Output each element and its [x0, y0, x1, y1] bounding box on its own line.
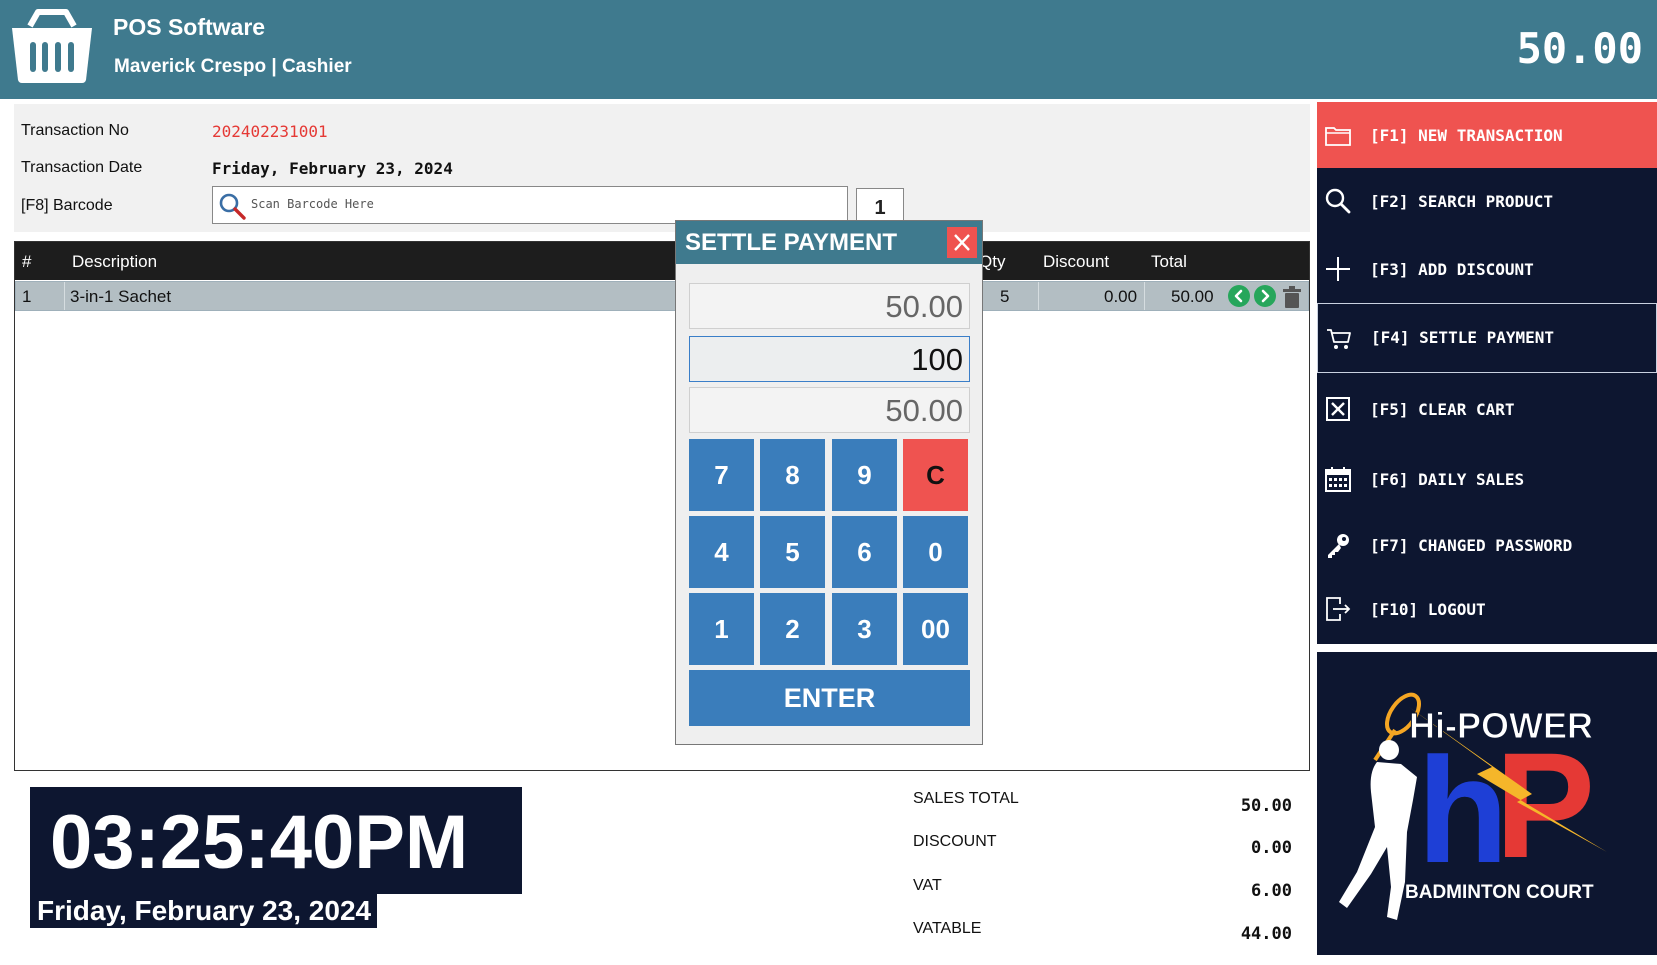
cash-tendered-input[interactable]: 100 — [689, 336, 970, 382]
row-description: 3-in-1 Sachet — [70, 287, 172, 306]
cashier-info: Maverick Crespo | Cashier — [114, 56, 352, 77]
decrease-qty-icon[interactable] — [1228, 285, 1250, 307]
menu-changed-password[interactable]: [F7] CHANGED PASSWORD — [1317, 512, 1657, 578]
header-total-display: 50.00 — [1516, 24, 1643, 73]
menu-settle-payment[interactable]: [F4] SETTLE PAYMENT — [1317, 303, 1657, 373]
amount-due-field: 50.00 — [689, 283, 970, 329]
close-button[interactable] — [947, 227, 977, 258]
quantity-field[interactable]: 1 — [856, 188, 904, 224]
logo-tagline: BADMINTON COURT — [1405, 882, 1594, 903]
trash-icon[interactable] — [1283, 286, 1301, 308]
function-menu: [F1] NEW TRANSACTION [F2] SEARCH PRODUCT… — [1317, 102, 1657, 644]
sales-total-value: 50.00 — [1240, 796, 1292, 816]
keypad-0[interactable]: 0 — [903, 516, 968, 588]
column-discount: Discount — [1043, 252, 1110, 271]
app-header: POS Software Maverick Crespo | Cashier 5… — [0, 0, 1657, 99]
menu-daily-sales[interactable]: [F6] DAILY SALES — [1317, 446, 1657, 512]
dialog-title: SETTLE PAYMENT — [685, 229, 898, 256]
barcode-field[interactable] — [212, 186, 848, 224]
folder-icon — [1325, 127, 1351, 146]
brand-logo-panel: h P Hi-POWER BADMINTON COURT — [1317, 652, 1657, 955]
transaction-no-value: 202402231001 — [212, 122, 328, 141]
transaction-no-label: Transaction No — [21, 122, 129, 139]
cart-table-header: # Description Qty Discount Total — [15, 242, 1309, 280]
vat-value: 6.00 — [1251, 881, 1292, 901]
cart-icon — [1327, 329, 1351, 349]
keypad-3[interactable]: 3 — [832, 593, 897, 665]
keypad-clear[interactable]: C — [903, 439, 968, 511]
keypad-5[interactable]: 5 — [760, 516, 825, 588]
badminton-logo-icon: h P Hi-POWER BADMINTON COURT — [1339, 692, 1607, 920]
column-total: Total — [1151, 252, 1187, 271]
sales-total-label: SALES TOTAL — [913, 790, 1019, 807]
increase-qty-icon[interactable] — [1254, 285, 1276, 307]
transaction-info-panel: Transaction No 202402231001 Transaction … — [14, 104, 1310, 232]
dialog-header: SETTLE PAYMENT — [676, 221, 982, 264]
vatable-value: 44.00 — [1240, 924, 1292, 944]
transaction-date-label: Transaction Date — [21, 159, 143, 176]
change-field: 50.00 — [689, 387, 970, 433]
row-number: 1 — [22, 287, 32, 306]
table-row[interactable]: 1 3-in-1 Sachet 5 0.00 50.00 — [15, 281, 1309, 311]
transaction-date-value: Friday, February 23, 2024 — [212, 159, 453, 178]
key-icon — [1328, 534, 1349, 558]
enter-button[interactable]: ENTER — [689, 670, 970, 726]
keypad-1[interactable]: 1 — [689, 593, 754, 665]
close-icon — [954, 234, 970, 251]
app-title: POS Software — [113, 14, 266, 40]
keypad-8[interactable]: 8 — [760, 439, 825, 511]
barcode-input[interactable] — [251, 193, 841, 215]
basket-icon — [12, 9, 92, 83]
menu-add-discount[interactable]: [F3] ADD DISCOUNT — [1317, 236, 1657, 302]
row-qty: 5 — [1000, 287, 1010, 306]
menu-clear-cart[interactable]: [F5] CLEAR CART — [1317, 376, 1657, 442]
row-discount: 0.00 — [1104, 287, 1138, 306]
keypad-6[interactable]: 6 — [832, 516, 897, 588]
barcode-label: [F8] Barcode — [21, 197, 113, 214]
clear-box-icon — [1326, 397, 1350, 421]
cart-table: # Description Qty Discount Total 1 3-in-… — [14, 241, 1310, 771]
menu-new-transaction[interactable]: [F1] NEW TRANSACTION — [1317, 102, 1657, 168]
calendar-icon — [1325, 467, 1351, 492]
keypad-2[interactable]: 2 — [760, 593, 825, 665]
logout-icon — [1326, 597, 1351, 621]
keypad-7[interactable]: 7 — [689, 439, 754, 511]
keypad-00[interactable]: 00 — [903, 593, 968, 665]
vatable-label: VATABLE — [913, 920, 982, 937]
row-total: 50.00 — [1171, 287, 1214, 306]
plus-icon — [1326, 257, 1350, 281]
clock-date: Friday, February 23, 2024 — [30, 893, 377, 928]
search-icon — [1325, 188, 1351, 214]
settle-payment-dialog: SETTLE PAYMENT 50.00 100 50.00 7 8 9 C 4… — [675, 220, 983, 745]
column-number: # — [22, 252, 32, 271]
vat-label: VAT — [913, 877, 942, 894]
logo-brand: Hi-POWER — [1409, 705, 1593, 746]
column-description: Description — [72, 252, 158, 271]
menu-logout[interactable]: [F10] LOGOUT — [1317, 576, 1657, 642]
discount-value: 0.00 — [1251, 838, 1292, 858]
discount-label: DISCOUNT — [913, 833, 997, 850]
clock-time: 03:25:40PM — [30, 787, 522, 894]
menu-search-product[interactable]: [F2] SEARCH PRODUCT — [1317, 168, 1657, 234]
keypad-4[interactable]: 4 — [689, 516, 754, 588]
svg-text:P: P — [1495, 721, 1595, 889]
keypad-9[interactable]: 9 — [832, 439, 897, 511]
search-icon — [219, 193, 246, 220]
